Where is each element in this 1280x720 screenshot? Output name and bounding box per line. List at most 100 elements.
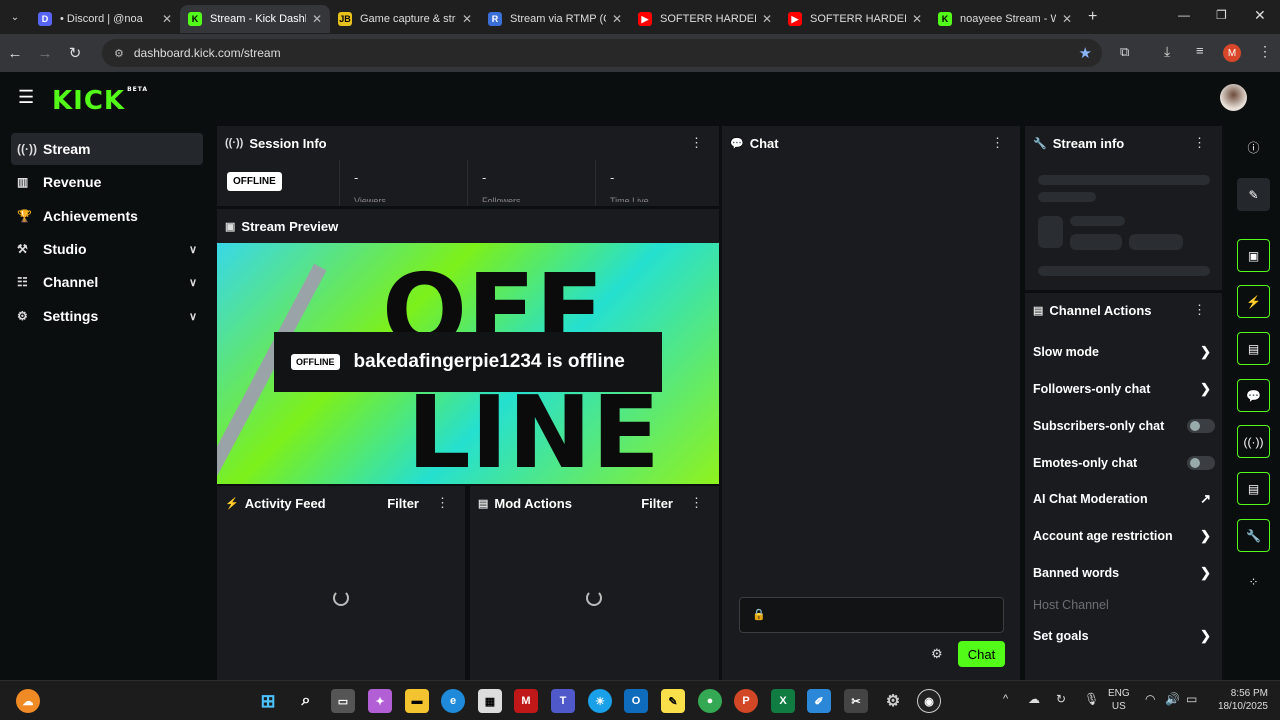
browser-tab[interactable]: JB Game capture & stre ✕ bbox=[330, 5, 480, 33]
obs-icon[interactable]: ◉ bbox=[917, 689, 941, 713]
close-tab-icon[interactable]: ✕ bbox=[612, 12, 622, 26]
apps-icon[interactable]: ⁘ bbox=[1237, 565, 1270, 598]
channel-action-account-age-restriction[interactable]: Account age restriction ❯ bbox=[1033, 525, 1217, 547]
minimize-button[interactable]: — bbox=[1178, 8, 1190, 22]
sticky-notes-icon[interactable]: ✎ bbox=[661, 689, 685, 713]
teams-icon[interactable]: T bbox=[551, 689, 575, 713]
chat-send-button[interactable]: Chat bbox=[958, 641, 1005, 667]
back-button[interactable]: ← bbox=[0, 45, 30, 62]
tray-cloud-icon[interactable]: ☁ bbox=[1028, 692, 1040, 706]
outlook-icon[interactable]: O bbox=[624, 689, 648, 713]
browser-tab[interactable]: K Stream - Kick Dashb ✕ bbox=[180, 5, 330, 33]
close-tab-icon[interactable]: ✕ bbox=[312, 12, 322, 26]
close-tab-icon[interactable]: ✕ bbox=[462, 12, 472, 26]
stream-preview-image[interactable]: OFF LINE OFFLINE bakedafingerpie1234 is … bbox=[217, 243, 719, 484]
maximize-button[interactable]: ❐ bbox=[1216, 8, 1227, 22]
wrench-icon[interactable]: 🔧 bbox=[1237, 519, 1270, 552]
browser-tab[interactable]: Knoayeee Stream - W ✕ bbox=[930, 5, 1080, 33]
close-tab-icon[interactable]: ✕ bbox=[162, 12, 172, 26]
start-icon[interactable]: ⊞ bbox=[256, 689, 280, 713]
channel-action-ai-chat-moderation[interactable]: AI Chat Moderation ↗ bbox=[1033, 488, 1217, 510]
weather-icon[interactable]: ☀ bbox=[588, 689, 612, 713]
channel-action-set-goals[interactable]: Set goals ❯ bbox=[1033, 625, 1217, 647]
browser-tab[interactable]: ▶ SOFTERR HARDERR ✕ bbox=[780, 5, 930, 33]
stream-info-menu-icon[interactable]: ⋮ bbox=[1193, 135, 1206, 151]
volume-icon[interactable]: 🔊 bbox=[1165, 692, 1180, 706]
tray-sync-icon[interactable]: ↻ bbox=[1056, 692, 1066, 706]
file-explorer-icon[interactable]: ▬ bbox=[405, 689, 429, 713]
channel-action-slow-mode[interactable]: Slow mode ❯ bbox=[1033, 341, 1217, 363]
session-info-menu-icon[interactable]: ⋮ bbox=[690, 135, 703, 151]
paint-icon[interactable]: ✐ bbox=[807, 689, 831, 713]
sidebar-item-channel[interactable]: ☷ Channel ∨ bbox=[11, 266, 203, 298]
sidebar-item-achievements[interactable]: 🏆 Achievements bbox=[11, 200, 203, 232]
close-window-button[interactable]: ✕ bbox=[1254, 7, 1266, 24]
new-tab-button[interactable]: + bbox=[1088, 8, 1097, 26]
lightning-icon[interactable]: ⚡ bbox=[1237, 285, 1270, 318]
activity-filter-button[interactable]: Filter bbox=[387, 496, 419, 511]
reload-button[interactable]: ↻ bbox=[60, 44, 90, 62]
kick-logo[interactable]: KICK BETA bbox=[52, 86, 148, 116]
wifi-icon[interactable]: ◠ bbox=[1145, 692, 1155, 706]
widgets-icon[interactable]: ☁ bbox=[16, 689, 40, 713]
store-icon[interactable]: ▦ bbox=[478, 689, 502, 713]
toggle-switch[interactable] bbox=[1187, 419, 1215, 433]
chat-settings-gear-icon[interactable]: ⚙ bbox=[931, 646, 943, 662]
snipping-tool-icon[interactable]: ✂ bbox=[844, 689, 868, 713]
chat-bubble-icon[interactable]: 💬 bbox=[1237, 379, 1270, 412]
mod-filter-button[interactable]: Filter bbox=[641, 496, 673, 511]
profile-avatar[interactable]: M bbox=[1223, 44, 1241, 62]
activity-menu-icon[interactable]: ⋮ bbox=[436, 495, 449, 511]
browser-tab[interactable]: D • Discord | @noa ✕ bbox=[30, 5, 180, 33]
chat-input[interactable]: 🔒 bbox=[739, 597, 1004, 633]
hamburger-menu-icon[interactable]: ☰ bbox=[18, 87, 34, 108]
sidebar-item-settings[interactable]: ⚙ Settings ∨ bbox=[11, 300, 203, 332]
user-avatar[interactable] bbox=[1220, 84, 1247, 111]
sidebar-item-stream[interactable]: ((·)) Stream bbox=[11, 133, 203, 165]
download-icon[interactable]: ⤓ bbox=[1164, 43, 1170, 60]
browser-tab[interactable]: R Stream via RTMP (OB ✕ bbox=[480, 5, 630, 33]
sidebar-item-studio[interactable]: ⚒ Studio ∨ bbox=[11, 233, 203, 265]
mod-menu-icon[interactable]: ⋮ bbox=[690, 495, 703, 511]
edge-icon[interactable]: e bbox=[441, 689, 465, 713]
site-info-icon[interactable]: ⚙ bbox=[114, 47, 124, 60]
channel-action-subscribers-only-chat[interactable]: Subscribers-only chat bbox=[1033, 415, 1217, 437]
channel-actions-menu-icon[interactable]: ⋮ bbox=[1193, 302, 1206, 318]
broadcast-icon[interactable]: ((·)) bbox=[1237, 425, 1270, 458]
channel-action-banned-words[interactable]: Banned words ❯ bbox=[1033, 562, 1217, 584]
close-tab-icon[interactable]: ✕ bbox=[762, 12, 772, 26]
chat-menu-icon[interactable]: ⋮ bbox=[991, 135, 1004, 151]
media-icon[interactable]: ≡ bbox=[1196, 43, 1204, 58]
edit-pencil-icon[interactable]: ✎ bbox=[1237, 178, 1270, 211]
channel-action-followers-only-chat[interactable]: Followers-only chat ❯ bbox=[1033, 378, 1217, 400]
settings-gear-icon[interactable]: ⚙ bbox=[881, 689, 905, 713]
bookmark-star-icon[interactable]: ★ bbox=[1079, 44, 1092, 62]
document-icon[interactable]: ▤ bbox=[1237, 332, 1270, 365]
channel-actions-icon[interactable]: ▤ bbox=[1237, 472, 1270, 505]
url-bar[interactable]: ⚙ dashboard.kick.com/stream ★ bbox=[102, 39, 1102, 67]
sidebar-item-revenue[interactable]: ▥ Revenue bbox=[11, 166, 203, 198]
tab-search-chevron-icon[interactable]: ⌄ bbox=[0, 12, 30, 23]
language-indicator[interactable]: ENG US bbox=[1108, 687, 1130, 713]
extensions-icon[interactable]: ⧉ bbox=[1120, 44, 1129, 60]
tray-chevron-icon[interactable]: ^ bbox=[1003, 693, 1008, 705]
info-icon[interactable]: ⓘ bbox=[1237, 131, 1270, 164]
powerpoint-icon[interactable]: P bbox=[734, 689, 758, 713]
mcafee-icon[interactable]: M bbox=[514, 689, 538, 713]
forward-button[interactable]: → bbox=[30, 45, 60, 62]
browser-menu-icon[interactable]: ⋮ bbox=[1258, 43, 1272, 60]
excel-icon[interactable]: X bbox=[771, 689, 795, 713]
preview-icon[interactable]: ▣ bbox=[1237, 239, 1270, 272]
battery-icon[interactable]: ▭ bbox=[1186, 692, 1197, 706]
close-tab-icon[interactable]: ✕ bbox=[912, 12, 922, 26]
toggle-switch[interactable] bbox=[1187, 456, 1215, 470]
close-tab-icon[interactable]: ✕ bbox=[1062, 12, 1072, 26]
clock[interactable]: 8:56 PM 18/10/2025 bbox=[1206, 687, 1268, 713]
microphone-icon[interactable]: 🎙 bbox=[1084, 692, 1099, 706]
search-icon[interactable]: ⌕ bbox=[294, 689, 318, 713]
browser-tab[interactable]: ▶ SOFTERR HARDERR ✕ bbox=[630, 5, 780, 33]
copilot-icon[interactable]: ✦ bbox=[368, 689, 392, 713]
channel-action-emotes-only-chat[interactable]: Emotes-only chat bbox=[1033, 452, 1217, 474]
chrome-icon[interactable]: ● bbox=[698, 689, 722, 713]
task-view-icon[interactable]: ▭ bbox=[331, 689, 355, 713]
